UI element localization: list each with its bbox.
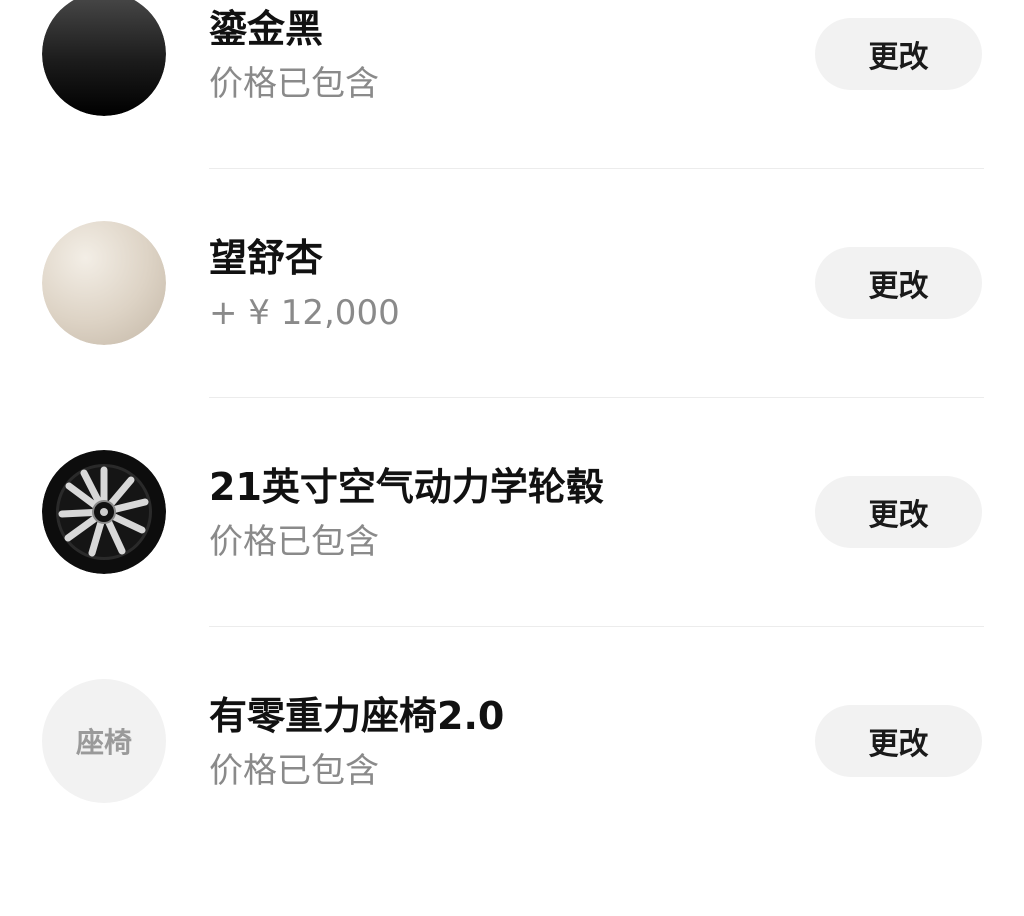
option-row-exterior-apricot: 望舒杏 + ¥ 12,000 更改 <box>0 221 1024 458</box>
change-button[interactable]: 更改 <box>815 18 982 90</box>
change-button[interactable]: 更改 <box>815 705 982 777</box>
option-list: 鎏金黑 价格已包含 更改 望舒杏 + ¥ 12,000 更改 21英寸空气动力学… <box>0 0 1024 803</box>
black-color-swatch <box>42 0 166 116</box>
divider <box>209 397 984 398</box>
option-title: 有零重力座椅2.0 <box>209 694 505 738</box>
seat-placeholder-label: 座椅 <box>75 726 132 759</box>
change-button[interactable]: 更改 <box>815 476 982 548</box>
option-price: 价格已包含 <box>209 522 379 562</box>
option-title: 望舒杏 <box>209 236 324 280</box>
divider <box>209 168 984 169</box>
option-title: 21英寸空气动力学轮毂 <box>209 465 604 509</box>
wheel-icon <box>42 450 166 574</box>
divider <box>209 626 984 627</box>
apricot-color-swatch <box>42 221 166 345</box>
option-row-exterior-black: 鎏金黑 价格已包含 更改 <box>0 0 1024 229</box>
option-price: 价格已包含 <box>209 64 379 104</box>
option-price: + ¥ 12,000 <box>209 293 400 333</box>
option-row-wheels: 21英寸空气动力学轮毂 价格已包含 更改 <box>0 450 1024 687</box>
option-title: 鎏金黑 <box>209 7 324 51</box>
seat-placeholder-icon: 座椅 <box>42 679 166 803</box>
option-row-seats: 座椅 有零重力座椅2.0 价格已包含 更改 <box>0 679 1024 916</box>
change-button[interactable]: 更改 <box>815 247 982 319</box>
option-price: 价格已包含 <box>209 751 379 791</box>
